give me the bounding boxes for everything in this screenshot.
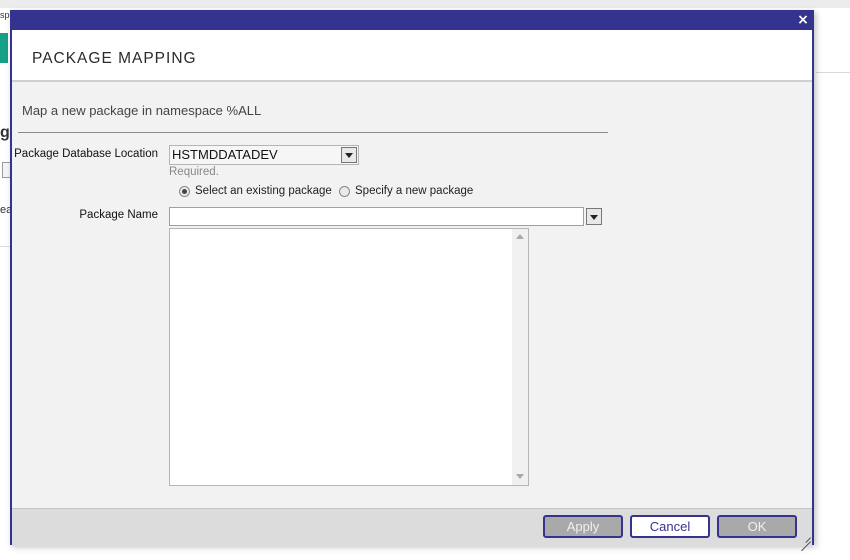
package-mapping-dialog: × PACKAGE MAPPING Map a new package in n… xyxy=(10,10,814,546)
chevron-down-icon[interactable] xyxy=(341,147,357,163)
package-name-dropdown-icon[interactable] xyxy=(586,208,602,225)
radio-select-existing-package[interactable]: Select an existing package xyxy=(179,185,332,197)
dialog-title: PACKAGE MAPPING xyxy=(32,50,197,67)
close-icon[interactable]: × xyxy=(796,11,810,29)
background-accent-bar xyxy=(0,33,8,63)
radio-specify-new-package[interactable]: Specify a new package xyxy=(339,185,473,197)
background-breadcrumb-fragment: sp xyxy=(0,10,10,20)
apply-button[interactable]: Apply xyxy=(543,515,623,538)
scroll-down-icon[interactable] xyxy=(516,474,524,479)
dialog-titlebar[interactable]: × xyxy=(12,12,812,30)
cancel-button[interactable]: Cancel xyxy=(630,515,710,538)
background-divider xyxy=(816,72,850,73)
radio-button-checked[interactable] xyxy=(179,185,190,197)
database-location-select[interactable]: HSTMDDATADEV xyxy=(169,145,359,165)
required-hint: Required. xyxy=(169,166,219,178)
section-divider xyxy=(18,132,608,133)
database-location-label: Package Database Location xyxy=(14,148,158,160)
package-list[interactable] xyxy=(169,228,529,486)
dialog-description: Map a new package in namespace %ALL xyxy=(22,103,262,118)
resize-grip-icon[interactable] xyxy=(801,532,811,542)
radio-button-unchecked[interactable] xyxy=(339,185,350,197)
radio-new-label: Specify a new package xyxy=(355,185,474,197)
database-location-value: HSTMDDATADEV xyxy=(172,147,278,162)
ok-button[interactable]: OK xyxy=(717,515,797,538)
package-name-input[interactable] xyxy=(169,207,584,226)
background-divider-2 xyxy=(0,246,10,247)
radio-existing-label: Select an existing package xyxy=(195,185,332,197)
scroll-up-icon[interactable] xyxy=(516,234,524,239)
background-topbar xyxy=(0,0,850,8)
package-name-label: Package Name xyxy=(79,209,158,221)
package-list-scrollbar[interactable] xyxy=(512,229,528,485)
